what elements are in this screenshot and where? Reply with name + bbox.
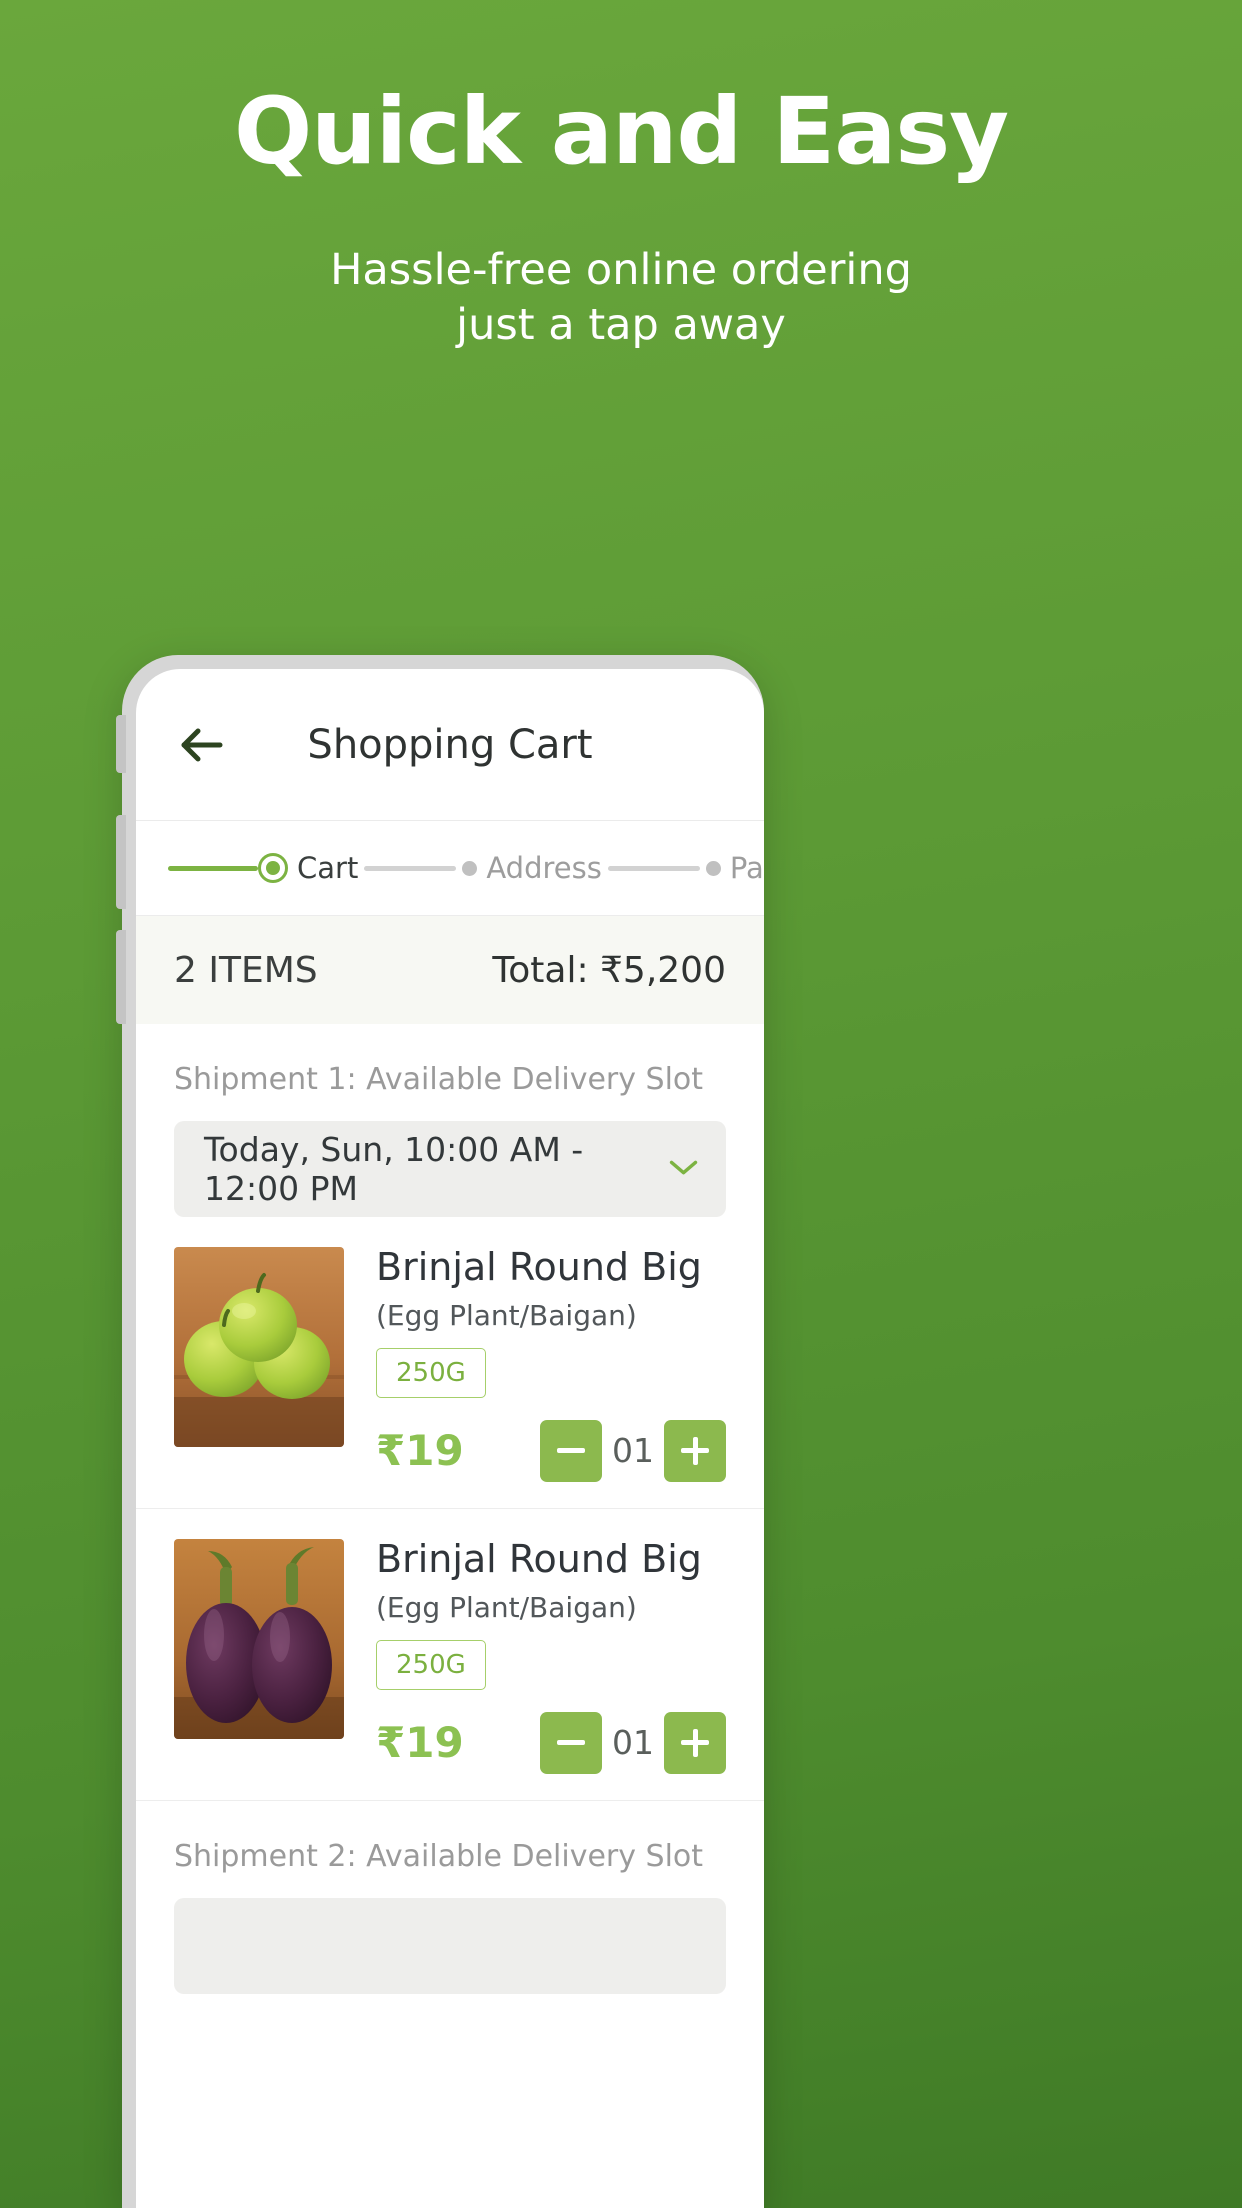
product-variant: (Egg Plant/Baigan) xyxy=(376,1590,637,1624)
product-price: ₹19 xyxy=(376,1426,464,1476)
stepper-dot-active-icon xyxy=(258,853,288,883)
delivery-slot-value: Today, Sun, 10:00 AM - 12:00 PM xyxy=(204,1130,584,1208)
increase-quantity-button[interactable] xyxy=(664,1711,726,1774)
stepper-step-address[interactable]: Address xyxy=(462,851,602,885)
shipment-2-label: Shipment 2: Available Delivery Slot xyxy=(174,1838,704,1874)
cart-summary-bar: 2 ITEMS Total: ₹5,200 xyxy=(136,916,764,1024)
phone-mockup: Shopping Cart Cart Address Payment 2 ITE… xyxy=(116,655,764,2208)
quantity-stepper: 01 xyxy=(540,1419,726,1482)
cart-total: Total: ₹5,200 xyxy=(492,949,726,991)
product-info: Brinjal Round Big (Egg Plant/Baigan) 250… xyxy=(344,1536,726,1774)
product-variant: (Egg Plant/Baigan) xyxy=(376,1298,637,1332)
stepper-line-start xyxy=(168,865,258,871)
cart-item-row: Brinjal Round Big (Egg Plant/Baigan) 250… xyxy=(136,1509,764,1801)
product-thumbnail[interactable] xyxy=(174,1538,344,1739)
promo-header: Quick and Easy Hassle-free online orderi… xyxy=(0,0,1242,353)
delivery-slot-selector-2[interactable] xyxy=(174,1897,726,1994)
product-info: Brinjal Round Big (Egg Plant/Baigan) 250… xyxy=(344,1245,726,1482)
promo-subtitle-line2: just a tap away xyxy=(456,299,786,350)
shipment-1-label: Shipment 1: Available Delivery Slot xyxy=(174,1062,704,1097)
product-name: Brinjal Round Big xyxy=(376,1536,702,1581)
phone-volume-down-button xyxy=(116,930,126,1024)
increase-quantity-button[interactable] xyxy=(664,1419,726,1482)
product-price-qty-row: ₹19 01 xyxy=(376,1419,726,1482)
checkout-stepper: Cart Address Payment xyxy=(136,821,764,916)
phone-silent-switch xyxy=(116,715,126,773)
stepper-label-cart: Cart xyxy=(297,851,359,885)
minus-icon xyxy=(557,1448,585,1454)
phone-screen: Shopping Cart Cart Address Payment 2 ITE… xyxy=(136,669,764,2208)
promo-subtitle: Hassle-free online ordering just a tap a… xyxy=(0,243,1242,353)
app-bar: Shopping Cart xyxy=(136,669,764,821)
phone-volume-up-button xyxy=(116,815,126,909)
arrow-left-icon[interactable] xyxy=(174,717,230,773)
stepper-dot-idle-icon xyxy=(462,860,478,876)
decrease-quantity-button[interactable] xyxy=(540,1419,602,1482)
stepper-step-cart[interactable]: Cart xyxy=(258,851,358,885)
promo-subtitle-line1: Hassle-free online ordering xyxy=(330,244,912,295)
page-title: Shopping Cart xyxy=(307,721,593,768)
product-weight-badge: 250G xyxy=(376,1639,486,1690)
chevron-down-icon[interactable] xyxy=(669,1159,698,1179)
items-count: 2 ITEMS xyxy=(174,949,318,991)
stepper-dot-idle-icon xyxy=(705,860,721,876)
product-price-qty-row: ₹19 01 xyxy=(376,1711,726,1774)
plus-icon-vertical xyxy=(692,1728,698,1757)
decrease-quantity-button[interactable] xyxy=(540,1711,602,1774)
plus-icon-vertical xyxy=(692,1436,698,1465)
delivery-slot-selector-1[interactable]: Today, Sun, 10:00 AM - 12:00 PM xyxy=(174,1121,726,1217)
stepper-line-2 xyxy=(607,865,700,871)
quantity-value: 01 xyxy=(612,1431,654,1471)
stepper-line-1 xyxy=(364,865,457,871)
product-name: Brinjal Round Big xyxy=(376,1245,702,1289)
product-weight-badge: 250G xyxy=(376,1347,486,1398)
minus-icon xyxy=(557,1740,585,1746)
stepper-step-payment[interactable]: Payment xyxy=(705,851,764,885)
stepper-label-payment: Payment xyxy=(729,851,764,885)
promo-title: Quick and Easy xyxy=(233,78,1009,185)
quantity-stepper: 01 xyxy=(540,1711,726,1774)
product-price: ₹19 xyxy=(376,1718,464,1768)
quantity-value: 01 xyxy=(612,1723,654,1763)
product-thumbnail[interactable] xyxy=(174,1247,344,1447)
cart-item-row: Brinjal Round Big (Egg Plant/Baigan) 250… xyxy=(136,1217,764,1509)
stepper-label-address: Address xyxy=(486,851,602,885)
